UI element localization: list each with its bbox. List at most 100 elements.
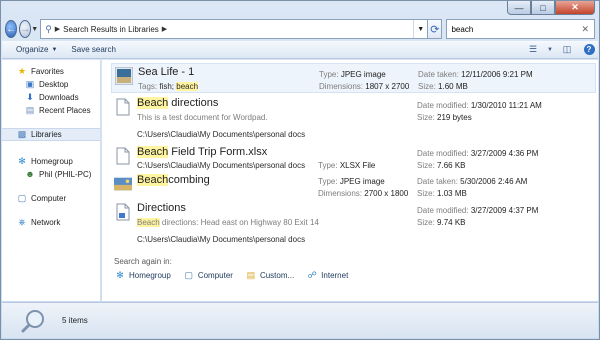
computer-icon: ▢ [184, 269, 194, 280]
nav-favorites[interactable]: ★ Favorites [16, 65, 100, 77]
nav-computer-label: Computer [31, 193, 67, 203]
dimensions-value: 2700 x 1800 [364, 189, 409, 198]
result-date: Date modified: 3/27/2009 4:37 PM [417, 206, 538, 215]
user-icon: ☻ [25, 169, 35, 179]
forward-arrow-icon: → [20, 23, 31, 35]
nav-favorites-label: Favorites [31, 66, 64, 76]
preview-pane-button[interactable]: ◫ [558, 43, 576, 57]
result-name-text: directions [168, 97, 219, 109]
date-label: Date modified: [417, 206, 469, 215]
result-name-highlight: Beach [137, 146, 169, 158]
size-label: Size: [418, 82, 436, 91]
dimensions-label: Dimensions: [319, 82, 364, 91]
result-description: This is a test document for Wordpad. [137, 113, 268, 122]
image-thumbnail-icon [115, 67, 133, 85]
result-item[interactable]: Beach directions This is a test document… [111, 95, 596, 143]
tags-label: Tags: [138, 82, 158, 91]
maximize-button[interactable]: □ [531, 1, 555, 15]
nav-homegroup-label: Homegroup [31, 156, 73, 166]
result-item[interactable]: Beach Field Trip Form.xlsx C:\Users\Clau… [111, 144, 596, 170]
change-view-button[interactable]: ☰ [524, 43, 542, 57]
result-type: Type: JPEG image [319, 70, 386, 79]
type-value: JPEG image [339, 177, 385, 186]
help-button[interactable]: ? [580, 43, 598, 57]
refresh-button[interactable]: ⟳ [428, 19, 443, 39]
address-bar[interactable]: ⚲ ▶ Search Results in Libraries ▶ ▼ [40, 19, 429, 39]
back-button[interactable]: ← [5, 20, 18, 38]
nav-homegroup[interactable]: ✻ Homegroup [16, 155, 100, 167]
search-again-custom[interactable]: ▤ Custom... [245, 269, 295, 281]
result-path: C:\Users\Claudia\My Documents\personal d… [137, 161, 306, 170]
view-icon: ☰ [528, 44, 538, 54]
type-value: JPEG image [340, 70, 386, 79]
minimize-button[interactable]: — [507, 1, 531, 15]
command-bar: Organize ▼ Save search ☰ ▼ ◫ ? [2, 41, 598, 59]
more-views-button[interactable]: ▼ [546, 43, 554, 57]
nav-computer[interactable]: ▢ Computer [16, 192, 100, 204]
size-label: Size: [417, 218, 435, 227]
search-box[interactable]: ✕ [446, 19, 596, 39]
desktop-icon: ▣ [25, 78, 35, 89]
nav-network-label: Network [31, 217, 61, 227]
document-icon [114, 203, 132, 221]
chevron-down-icon: ▼ [547, 46, 553, 53]
search-folder-icon: ⚲ [45, 23, 52, 34]
result-item[interactable]: Beachcombing Type: JPEG image Dimensions… [111, 172, 596, 198]
search-again-internet-label: Internet [321, 270, 349, 280]
nav-network[interactable]: ⎈ Network [16, 216, 100, 228]
result-name: Beach directions [137, 97, 218, 109]
search-again-internet[interactable]: ☍ Internet [306, 269, 349, 281]
nav-downloads[interactable]: ⬇ Downloads [24, 91, 100, 103]
homegroup-icon: ✻ [18, 155, 26, 166]
result-name-text: Field Trip Form.xlsx [168, 146, 268, 158]
window-controls: — □ ✕ [507, 1, 595, 15]
result-item[interactable]: Sea Life - 1 Tags: fish; beach Type: JPE… [111, 63, 596, 93]
nav-desktop-label: Desktop [39, 79, 69, 89]
size-value: 1.03 MB [437, 189, 467, 198]
breadcrumb-chevron-icon[interactable]: ▶ [162, 25, 167, 33]
clear-search-icon[interactable]: ✕ [581, 24, 589, 35]
date-value: 12/11/2006 9:21 PM [461, 70, 533, 79]
size-value: 9.74 KB [437, 218, 466, 227]
internet-icon: ☍ [307, 269, 317, 280]
computer-icon: ▢ [17, 192, 27, 203]
result-name: Sea Life - 1 [138, 66, 194, 78]
description-text: directions: Head east on Highway 80 Exit… [159, 218, 319, 227]
nav-phil[interactable]: ☻ Phil (PHIL-PC) [24, 168, 100, 180]
search-again-computer[interactable]: ▢ Computer [183, 269, 233, 281]
search-again-label: Search again in: [114, 257, 172, 266]
spreadsheet-file-icon [114, 147, 132, 165]
dimensions-label: Dimensions: [318, 189, 363, 198]
result-name-text: combing [168, 174, 210, 186]
result-dimensions: Dimensions: 2700 x 1800 [318, 189, 408, 198]
description-highlight: Beach [137, 218, 160, 227]
help-icon: ? [583, 44, 595, 55]
date-value: 3/27/2009 4:36 PM [470, 149, 539, 158]
nav-recent-places[interactable]: ▤ Recent Places [24, 104, 100, 116]
date-value: 1/30/2010 11:21 AM [470, 101, 542, 110]
search-again-homegroup-label: Homegroup [129, 270, 171, 280]
search-input[interactable] [451, 24, 582, 34]
save-search-button[interactable]: Save search [71, 45, 115, 54]
forward-button[interactable]: → [19, 20, 32, 38]
size-value: 7.66 KB [437, 161, 466, 170]
back-arrow-icon: ← [6, 23, 17, 35]
type-label: Type: [318, 177, 338, 186]
close-button[interactable]: ✕ [555, 1, 595, 15]
organize-button[interactable]: Organize ▼ [16, 45, 57, 54]
navigation-pane: ★ Favorites ▣ Desktop ⬇ Downloads ▤ Rece… [2, 60, 101, 301]
breadcrumb-chevron-icon[interactable]: ▶ [55, 25, 60, 33]
result-type: Type: XLSX File [318, 161, 375, 170]
nav-phil-label: Phil (PHIL-PC) [39, 169, 92, 179]
nav-libraries[interactable]: ▩ Libraries [2, 128, 100, 141]
breadcrumb-label[interactable]: Search Results in Libraries [63, 25, 159, 34]
folder-icon: ▤ [246, 269, 256, 280]
date-label: Date taken: [418, 70, 459, 79]
result-name: Beach Field Trip Form.xlsx [137, 146, 267, 158]
recent-pages-dropdown[interactable]: ▼ [31, 26, 38, 33]
search-again-homegroup[interactable]: ✻ Homegroup [114, 269, 171, 281]
explorer-window: — □ ✕ ← → ▼ ⚲ ▶ Search Results in Librar… [0, 0, 600, 340]
address-dropdown-icon[interactable]: ▼ [413, 20, 427, 38]
nav-desktop[interactable]: ▣ Desktop [24, 78, 100, 90]
result-item[interactable]: Directions Beach directions: Head east o… [111, 200, 596, 248]
